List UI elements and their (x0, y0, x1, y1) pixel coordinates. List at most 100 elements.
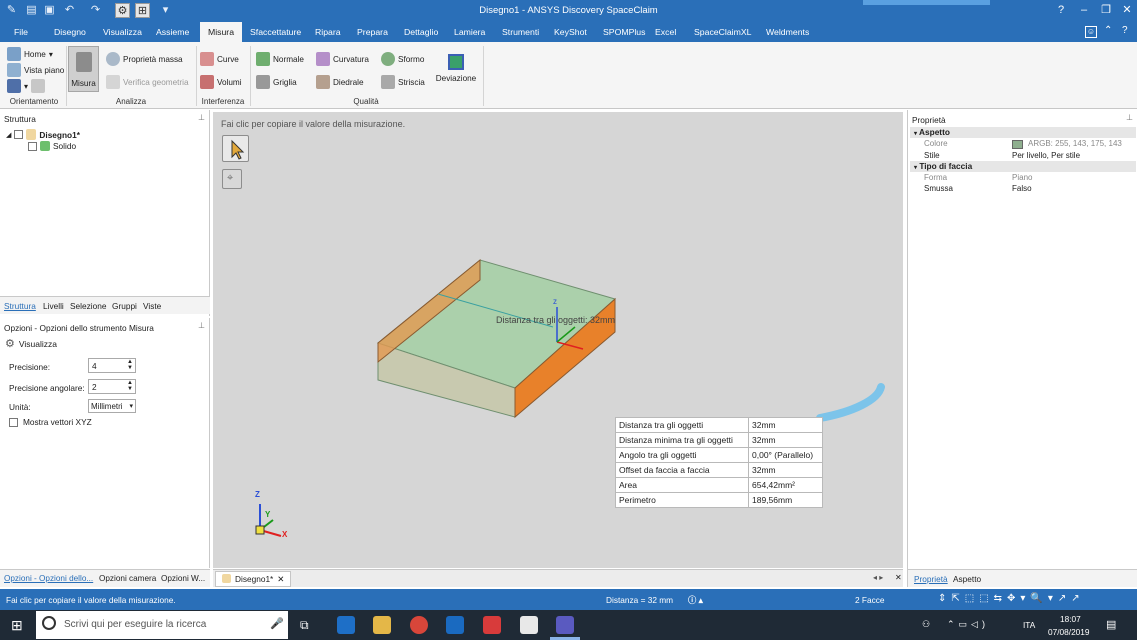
tray-icons[interactable]: ⌃▭◁) (947, 619, 989, 630)
precisione-angolare-stepper[interactable]: 2 ▲ ▼ (88, 379, 136, 394)
account-icon[interactable]: ☺ (1085, 26, 1097, 38)
restore-icon[interactable]: ❐ (1097, 3, 1115, 18)
mostra-vettori-checkbox[interactable]: Mostra vettori XYZ (9, 417, 92, 427)
tab-weldments[interactable]: Weldments (762, 22, 813, 42)
tab-selezione[interactable]: Selezione (70, 301, 106, 311)
proprieta-massa-button[interactable]: Proprietà massa (106, 52, 183, 66)
tab-assieme[interactable]: Assieme (152, 22, 193, 42)
home-button[interactable]: Home ▾ (7, 47, 53, 61)
3d-viewport[interactable]: Fai clic per copiare il valore della mis… (213, 112, 903, 568)
selection-tools-icons[interactable]: ⇕⇱⬚⬚⇆✥▾🔍▾↗↗ (938, 593, 1085, 604)
close-document-icon[interactable]: ✕ (895, 573, 902, 582)
tab-strumenti[interactable]: Strumenti (498, 22, 543, 42)
forma-row[interactable]: Forma Piano (910, 173, 1136, 184)
tab-prepara[interactable]: Prepara (353, 22, 392, 42)
verifica-geometria-button[interactable]: Verifica geometria (106, 75, 189, 89)
file-explorer-icon[interactable] (373, 616, 391, 634)
tab-lamiera[interactable]: Lamiera (450, 22, 489, 42)
tree-solido[interactable]: Solido (28, 141, 76, 151)
tipo-faccia-section[interactable]: ▾ Tipo di faccia (910, 161, 1136, 172)
microphone-icon[interactable]: 🎤 (270, 617, 284, 630)
tab-proprieta[interactable]: Proprietà (914, 574, 948, 584)
start-icon[interactable]: ⊞ (11, 617, 27, 633)
griglia-button[interactable]: Griglia (256, 75, 297, 89)
tab-livelli[interactable]: Livelli (43, 301, 64, 311)
tab-aspetto[interactable]: Aspetto (953, 574, 981, 584)
table-row[interactable]: Distanza tra gli oggetti 32mm (615, 417, 823, 433)
tab-opzioni-strumento[interactable]: Opzioni - Opzioni dello... (4, 574, 93, 583)
tab-spaceclaimxl[interactable]: SpaceClaimXL (690, 22, 755, 42)
tab-struttura[interactable]: Struttura (4, 301, 36, 311)
ribbon-help-icon[interactable]: ? (1122, 25, 1128, 36)
tab-spomplus[interactable]: SPOMPlus (599, 22, 649, 42)
colore-row[interactable]: Colore ARGB: 255, 143, 175, 143 (910, 139, 1136, 150)
misura-button[interactable]: Misura (68, 46, 99, 92)
language-indicator[interactable]: ITA (1023, 620, 1035, 630)
close-icon[interactable]: ✕ (1118, 3, 1136, 18)
smussa-row[interactable]: Smussa Falso (910, 184, 1136, 195)
tab-keyshot[interactable]: KeyShot (550, 22, 591, 42)
scroll-tabs-icon[interactable]: ◂ ▸ (873, 573, 883, 582)
visualizza-section[interactable]: ⚙ Visualizza (5, 337, 57, 350)
checkbox-icon[interactable] (28, 141, 37, 151)
striscia-button[interactable]: Striscia (381, 75, 425, 89)
info-icon[interactable]: ⓘ ▴ (688, 594, 703, 606)
tab-ripara[interactable]: Ripara (311, 22, 345, 42)
clock-time[interactable]: 18:07 (1060, 614, 1081, 624)
tab-sfaccettature[interactable]: Sfaccettature (246, 22, 305, 42)
tab-misura[interactable]: Misura (200, 22, 242, 43)
options-pin-icon[interactable]: ⊥ (198, 321, 205, 330)
tab-disegno[interactable]: Disegno (50, 22, 90, 42)
table-row[interactable]: Distanza minima tra gli oggetti 32mm (615, 432, 823, 448)
edge-icon[interactable] (337, 616, 355, 634)
status-faces[interactable]: 2 Facce (855, 595, 885, 605)
notifications-icon[interactable]: ▤ (1106, 618, 1116, 631)
chrome-icon[interactable] (410, 616, 428, 634)
tab-visualizza[interactable]: Visualizza (99, 22, 146, 42)
doc-tab[interactable]: Disegno1* ✕ (215, 571, 292, 587)
document-icon (222, 574, 231, 583)
color-swatch[interactable] (1012, 140, 1023, 149)
table-row[interactable]: Angolo tra gli oggetti 0,00° (Parallelo) (615, 447, 823, 463)
minimize-icon[interactable]: – (1075, 3, 1093, 18)
pin-icon[interactable]: ⊥ (198, 113, 205, 122)
curvatura-button[interactable]: Curvatura (316, 52, 369, 66)
close-tab-icon[interactable]: ✕ (277, 574, 284, 584)
tab-dettaglio[interactable]: Dettaglio (400, 22, 442, 42)
tab-viste[interactable]: Viste (143, 301, 161, 311)
tab-gruppi[interactable]: Gruppi (112, 301, 137, 311)
tab-opzioni-camera[interactable]: Opzioni camera (99, 574, 156, 583)
search-box[interactable]: Scrivi qui per eseguire la ricerca 🎤 (36, 611, 288, 639)
help-icon[interactable]: ? (1052, 3, 1070, 18)
collapse-ribbon-icon[interactable]: ⌃ (1104, 25, 1112, 36)
precisione-stepper[interactable]: 4 ▲ ▼ (88, 358, 136, 373)
properties-pin-icon[interactable]: ⊥ (1126, 113, 1133, 122)
outlook-icon[interactable] (446, 616, 464, 634)
tab-opzioni-w[interactable]: Opzioni W... (161, 574, 205, 583)
status-distance[interactable]: Distanza = 32 mm (606, 595, 673, 605)
view-cube-button[interactable]: ▾ (7, 79, 46, 93)
diedrale-button[interactable]: Diedrale (316, 75, 364, 89)
sformo-button[interactable]: Sformo (381, 52, 424, 66)
tab-file[interactable]: File (10, 22, 32, 42)
unita-select[interactable]: Millimetri ▾ (88, 399, 136, 413)
aspetto-section[interactable]: ▾ Aspetto (910, 127, 1136, 138)
tree-root[interactable]: ◢ Disegno1* (6, 129, 80, 140)
normale-button[interactable]: Normale (256, 52, 304, 66)
task-view-icon[interactable]: ⧉ (300, 618, 309, 633)
table-row[interactable]: Perimetro 189,56mm (615, 492, 823, 508)
curve-button[interactable]: Curve (200, 52, 239, 66)
checkbox-icon[interactable] (14, 130, 24, 139)
volumi-button[interactable]: Volumi (200, 75, 242, 89)
vista-piano-button[interactable]: Vista piano (7, 63, 64, 77)
table-row[interactable]: Area 654,42mm² (615, 477, 823, 493)
measurement-table[interactable]: Distanza tra gli oggetti 32mm Distanza mi… (615, 417, 823, 508)
mail-icon[interactable] (520, 616, 538, 634)
people-icon[interactable]: ⚇ (922, 619, 930, 630)
deviazione-button[interactable]: Deviazione (433, 48, 479, 92)
tab-excel[interactable]: Excel (651, 22, 680, 42)
app-red-icon[interactable] (483, 616, 501, 634)
spaceclaim-icon[interactable] (556, 616, 574, 634)
clock-date[interactable]: 07/08/2019 (1048, 627, 1090, 637)
table-row[interactable]: Offset da faccia a faccia 32mm (615, 462, 823, 478)
